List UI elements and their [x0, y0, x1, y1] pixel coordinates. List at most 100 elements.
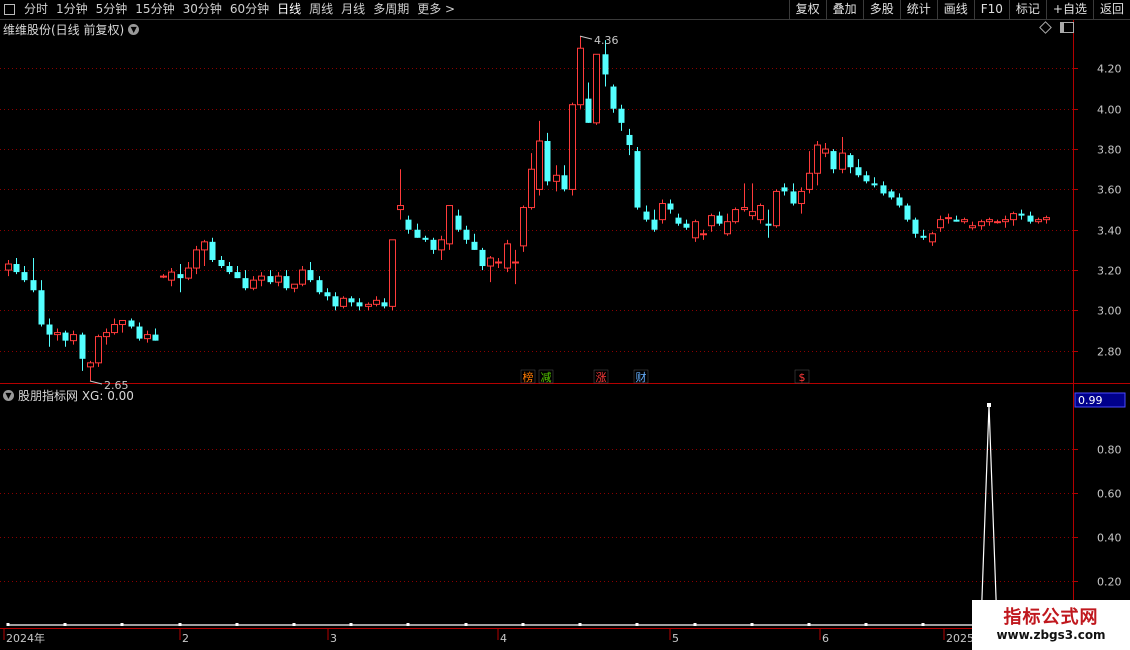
candle	[634, 147, 641, 210]
candle-body	[700, 233, 707, 236]
indicator-dot	[693, 623, 697, 626]
toolbar-button-6[interactable]: 标记	[1008, 0, 1046, 19]
candle-body	[871, 183, 878, 186]
candle	[38, 280, 45, 327]
candle	[798, 187, 805, 214]
candle-body	[324, 292, 331, 297]
candle	[692, 219, 699, 242]
period-tab-9[interactable]: 多周期	[369, 0, 413, 19]
high-marker-line	[579, 35, 593, 40]
candle-body	[1018, 213, 1025, 216]
chart-canvas[interactable]: 2.80 3.00 3.20 3.40 3.60 3.80 4.00 4.20 0.20 0.40…	[0, 0, 1130, 650]
toolbar-button-0[interactable]: 复权	[788, 0, 826, 19]
candle-body	[1027, 215, 1034, 222]
period-tab-2[interactable]: 5分钟	[92, 0, 132, 19]
candle	[218, 255, 225, 269]
candle	[822, 143, 829, 158]
candle	[569, 102, 576, 196]
price-tick-label: 3.60	[1097, 184, 1122, 197]
candle-body	[553, 174, 560, 182]
candle-body	[585, 98, 592, 123]
indicator-title[interactable]: ▼ 股朋指标网 XG: 0.00	[3, 387, 134, 404]
period-tab-5[interactable]: 60分钟	[226, 0, 273, 19]
candle-body	[512, 261, 519, 264]
toolbar-button-1[interactable]: 叠加	[825, 0, 863, 19]
time-label: 4	[500, 632, 507, 645]
period-tab-3[interactable]: 15分钟	[131, 0, 178, 19]
candle-body	[267, 276, 274, 283]
candle-body	[471, 241, 478, 250]
price-tick-label: 2.80	[1097, 346, 1122, 359]
candle	[945, 213, 952, 224]
candle-body	[953, 219, 960, 222]
toolbar-button-7[interactable]: +自选	[1045, 0, 1093, 19]
event-marker-label: 财	[636, 370, 647, 384]
period-tab-10[interactable]: 更多 >	[413, 0, 459, 19]
window-icon[interactable]	[4, 4, 15, 15]
candle-body	[62, 332, 69, 341]
period-tab-7[interactable]: 周线	[305, 0, 337, 19]
candle-body	[226, 266, 233, 273]
candle	[128, 318, 135, 329]
candle-body	[152, 334, 159, 341]
period-tab-6[interactable]: 日线	[273, 0, 305, 19]
candle	[585, 82, 592, 123]
period-tab-0[interactable]: 分时	[20, 0, 52, 19]
candle-body	[781, 187, 788, 192]
candle-body	[356, 302, 363, 307]
period-tab-4[interactable]: 30分钟	[179, 0, 226, 19]
main-chart-title[interactable]: 维维股份(日线 前复权) ▼	[3, 21, 140, 38]
panel-layout-icon[interactable]	[1060, 22, 1074, 33]
toolbar-button-3[interactable]: 统计	[899, 0, 937, 19]
candle-body	[128, 320, 135, 327]
candle-body	[1035, 219, 1042, 223]
candle	[299, 266, 306, 287]
toolbar-button-2[interactable]: 多股	[862, 0, 900, 19]
candle	[495, 257, 502, 269]
candle-body	[95, 336, 102, 364]
watermark-url: www.zbgs3.com	[996, 627, 1106, 642]
candle	[389, 239, 396, 311]
chevron-down-icon[interactable]: ▼	[3, 390, 14, 401]
candle-body	[283, 276, 290, 289]
candle-body	[822, 148, 829, 154]
toolbar-button-8[interactable]: 返回	[1092, 0, 1130, 19]
candle-body	[168, 271, 175, 281]
indicator-dot	[6, 623, 10, 626]
candle-body	[291, 283, 298, 289]
candle	[773, 189, 780, 228]
candle-body	[904, 205, 911, 220]
candle	[1043, 215, 1050, 224]
diamond-icon[interactable]	[1039, 21, 1052, 34]
chevron-down-icon[interactable]: ▼	[128, 24, 140, 35]
candle-body	[602, 54, 609, 75]
candle-body	[87, 362, 94, 368]
indicator-dot	[349, 623, 353, 626]
candle	[381, 298, 388, 309]
candle	[561, 165, 568, 192]
candle	[871, 177, 878, 188]
time-label: 2024年	[6, 631, 45, 645]
candle	[348, 296, 355, 307]
candle	[504, 239, 511, 273]
candle	[765, 209, 772, 238]
candle	[593, 53, 600, 125]
candle-body	[30, 280, 37, 291]
period-tab-1[interactable]: 1分钟	[52, 0, 92, 19]
toolbar-button-5[interactable]: F10	[973, 0, 1009, 19]
candle-body	[536, 140, 543, 190]
period-tab-8[interactable]: 月线	[337, 0, 369, 19]
top-toolbar: 分时 1分钟 5分钟 15分钟 30分钟 60分钟 日线 周线 月线 多周期 更多 > 复权 叠加 多股…	[0, 0, 1130, 20]
candle-body	[79, 334, 86, 359]
watermark-title: 指标公式网	[1003, 606, 1099, 628]
candle	[839, 136, 846, 174]
candle-body	[340, 297, 347, 307]
indicator-dot	[521, 623, 525, 626]
candle-body	[773, 190, 780, 227]
event-marker-label: 涨	[596, 371, 607, 384]
candle	[659, 199, 666, 224]
candle-body	[430, 239, 437, 250]
toolbar-button-4[interactable]: 画线	[936, 0, 974, 19]
candle	[119, 319, 126, 333]
candle-body	[463, 229, 470, 240]
